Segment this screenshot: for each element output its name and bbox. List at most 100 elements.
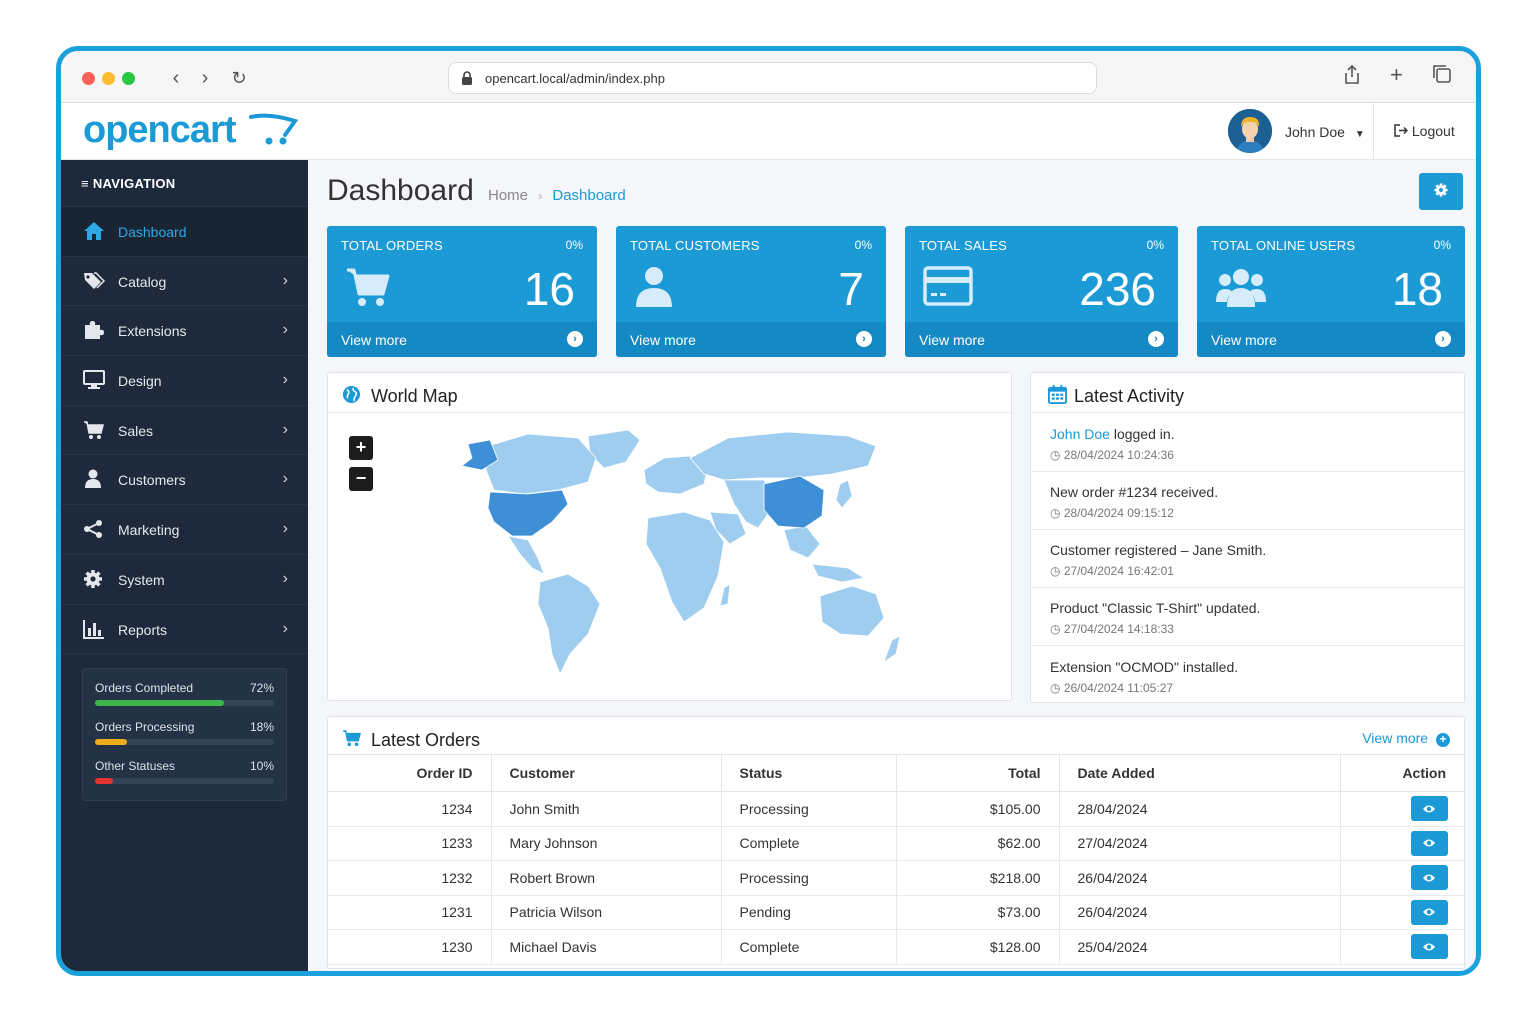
world-map-panel: World Map + − xyxy=(327,372,1012,701)
order-id-cell: 1233 xyxy=(328,826,492,861)
tile-total-orders: TOTAL ORDERS 0% 16 View more › xyxy=(327,226,597,357)
breadcrumb-current[interactable]: Dashboard xyxy=(552,187,625,204)
progress-track xyxy=(95,739,274,745)
order-id-cell: 1234 xyxy=(328,791,492,827)
table-row: 1232 Robert Brown Processing $218.00 26/04/2… xyxy=(328,860,1464,896)
back-arrow-icon[interactable]: ‹ xyxy=(165,67,187,90)
dashboard-settings-button[interactable] xyxy=(1419,173,1463,210)
date-added-cell: 28/04/2024 xyxy=(1059,791,1341,827)
navigation-heading[interactable]: ≡ NAVIGATION xyxy=(61,160,308,207)
opencart-logo[interactable]: opencart xyxy=(83,109,236,152)
total-cell: $218.00 xyxy=(896,860,1060,896)
status-cell: Processing xyxy=(721,860,897,896)
column-total[interactable]: Total xyxy=(896,754,1060,792)
latest-activity-panel: Latest Activity John Doe logged in. ◷ 28… xyxy=(1030,372,1465,703)
breadcrumb-separator: › xyxy=(538,189,543,203)
view-order-button[interactable] xyxy=(1411,796,1448,822)
user-avatar[interactable] xyxy=(1228,109,1272,153)
action-cell xyxy=(1340,826,1464,861)
eye-icon xyxy=(1423,805,1435,813)
arrow-circle-right-icon: › xyxy=(856,331,872,347)
clock-icon: ◷ xyxy=(1050,506,1061,520)
activity-user-link[interactable]: John Doe xyxy=(1050,426,1110,442)
view-order-button[interactable] xyxy=(1411,899,1448,925)
eye-icon xyxy=(1423,908,1435,916)
date-added-cell: 27/04/2024 xyxy=(1059,826,1341,861)
column-customer[interactable]: Customer xyxy=(491,754,722,792)
sidebar-item-reports[interactable]: Reports › xyxy=(61,605,308,655)
view-order-button[interactable] xyxy=(1411,830,1448,856)
gear-icon xyxy=(83,569,105,591)
sidebar-item-customers[interactable]: Customers › xyxy=(61,455,308,506)
sidebar-item-extensions[interactable]: Extensions › xyxy=(61,306,308,357)
map-zoom-in-button[interactable]: + xyxy=(349,436,373,460)
activity-item: Customer registered – Jane Smith. ◷ 27/0… xyxy=(1031,530,1464,588)
forward-arrow-icon[interactable]: › xyxy=(194,67,216,90)
activity-item: Extension "OCMOD" installed. ◷ 26/04/202… xyxy=(1050,659,1239,695)
logo-cart-icon xyxy=(249,113,299,145)
sidebar-item-dashboard[interactable]: Dashboard xyxy=(61,207,308,257)
clock-icon: ◷ xyxy=(1050,564,1061,578)
column-date-added[interactable]: Date Added xyxy=(1059,754,1341,792)
table-row: 1231 Patricia Wilson Pending $73.00 26/04/20… xyxy=(328,895,1464,930)
tile-view-more[interactable]: View more › xyxy=(1197,322,1465,357)
eye-icon xyxy=(1423,874,1435,882)
tile-view-more[interactable]: View more › xyxy=(905,322,1178,357)
order-status-summary: Orders Completed 72% Orders Processing 1… xyxy=(82,668,287,801)
table-header-row: Order ID Customer Status Total Date Adde… xyxy=(328,754,1464,792)
total-cell: $73.00 xyxy=(896,895,1060,930)
orders-table: Order ID Customer Status Total Date Adde… xyxy=(328,754,1464,965)
column-order-id[interactable]: Order ID xyxy=(328,754,492,792)
sidebar-item-design[interactable]: Design › xyxy=(61,356,308,406)
arrow-circle-right-icon: › xyxy=(1148,331,1164,347)
users-icon xyxy=(1215,266,1267,313)
tile-view-more[interactable]: View more › xyxy=(327,322,597,357)
credit-card-icon xyxy=(923,266,973,311)
stat-other-statuses: Other Statuses 10% xyxy=(95,747,274,786)
panel-header: Latest Orders View more + xyxy=(328,717,1464,757)
sidebar-item-sales[interactable]: Sales › xyxy=(61,406,308,456)
column-status[interactable]: Status xyxy=(721,754,897,792)
user-icon xyxy=(634,266,674,313)
main-content: Dashboard Home › Dashboard TOTAL ORDERS … xyxy=(308,160,1476,971)
url-text: opencart.local/admin/index.php xyxy=(485,71,665,86)
sidebar-item-catalog[interactable]: Catalog › xyxy=(61,257,308,307)
breadcrumb-home[interactable]: Home xyxy=(488,187,528,204)
world-map[interactable] xyxy=(428,418,908,678)
tile-view-more[interactable]: View more › xyxy=(616,322,886,357)
panel-header: Latest Activity xyxy=(1031,373,1464,413)
minimize-window-button[interactable] xyxy=(102,72,115,85)
share-icon[interactable] xyxy=(1343,64,1361,91)
stat-orders-processing: Orders Processing 18% xyxy=(95,708,274,747)
tags-icon xyxy=(83,271,106,293)
user-menu[interactable]: John Doe ▼ xyxy=(1285,124,1365,140)
eye-icon xyxy=(1423,943,1435,951)
tile-total-customers: TOTAL CUSTOMERS 0% 7 View more › xyxy=(616,226,886,357)
view-order-button[interactable] xyxy=(1411,865,1448,891)
logout-button[interactable]: Logout xyxy=(1373,103,1476,159)
sidebar-item-marketing[interactable]: Marketing › xyxy=(61,505,308,555)
sidebar-item-system[interactable]: System › xyxy=(61,555,308,605)
customer-cell: Patricia Wilson xyxy=(491,895,722,930)
total-cell: $128.00 xyxy=(896,929,1060,965)
maximize-window-button[interactable] xyxy=(122,72,135,85)
chevron-right-icon: › xyxy=(282,321,288,339)
new-tab-icon[interactable]: + xyxy=(1390,62,1403,88)
date-added-cell: 26/04/2024 xyxy=(1059,895,1341,930)
tabs-overview-icon[interactable] xyxy=(1433,65,1451,89)
gear-icon xyxy=(1434,183,1448,197)
orders-view-more-link[interactable]: View more + xyxy=(1362,730,1450,747)
view-order-button[interactable] xyxy=(1411,934,1448,960)
clock-icon: ◷ xyxy=(1050,622,1061,636)
reload-icon[interactable]: ↻ xyxy=(228,68,250,89)
address-bar[interactable]: opencart.local/admin/index.php xyxy=(448,62,1097,94)
date-added-cell: 26/04/2024 xyxy=(1059,860,1341,896)
map-zoom-out-button[interactable]: − xyxy=(349,467,373,491)
lock-icon xyxy=(461,71,473,88)
close-window-button[interactable] xyxy=(82,72,95,85)
chevron-right-icon: › xyxy=(282,371,288,389)
action-cell xyxy=(1340,860,1464,896)
progress-fill xyxy=(95,739,128,745)
activity-item: New order #1234 received. ◷ 28/04/2024 0… xyxy=(1031,472,1464,530)
customer-cell: John Smith xyxy=(491,791,722,827)
